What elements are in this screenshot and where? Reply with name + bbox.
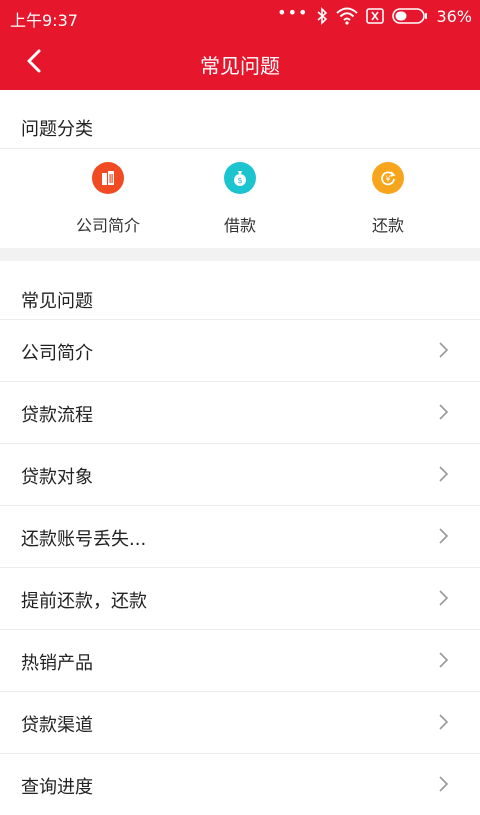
faq-item-label: 贷款渠道 [21, 715, 93, 736]
money-bag-icon: $ [224, 162, 256, 194]
faq-item-loan-channels[interactable]: 贷款渠道 [0, 691, 480, 753]
chevron-right-icon [439, 466, 449, 482]
app-header: 上午9:37 ••• 36% 常见问题 [0, 0, 480, 90]
chevron-right-icon [439, 776, 449, 792]
faq-item-company-intro[interactable]: 公司简介 [0, 319, 480, 381]
faq-item-label: 提前还款，还款 [21, 591, 147, 612]
status-icons: ••• 36% [277, 3, 472, 26]
category-company-intro[interactable]: 公司简介 [48, 160, 168, 240]
category-borrow[interactable]: $ 借款 [180, 160, 300, 240]
status-time: 上午9:37 [10, 11, 78, 30]
bluetooth-icon [317, 7, 328, 25]
faq-section-title: 常见问题 [21, 291, 93, 312]
category-label: 公司简介 [75, 216, 140, 235]
category-section-title: 问题分类 [21, 119, 93, 140]
wifi-icon [336, 7, 359, 25]
faq-item-check-progress[interactable]: 查询进度 [0, 753, 480, 815]
faq-item-early-repayment[interactable]: 提前还款，还款 [0, 567, 480, 629]
faq-list: 公司简介 贷款流程 贷款对象 还款账号丢失... 提前还款，还款 热销产品 贷款… [0, 319, 480, 815]
page-title: 常见问题 [200, 54, 280, 78]
faq-item-label: 热销产品 [21, 653, 93, 674]
no-sim-icon [366, 8, 385, 24]
more-dots-icon: ••• [277, 3, 309, 22]
svg-text:¥: ¥ [385, 175, 390, 184]
chevron-right-icon [439, 590, 449, 606]
faq-item-hot-products[interactable]: 热销产品 [0, 629, 480, 691]
nav-bar: 常见问题 [0, 32, 480, 90]
category-repay[interactable]: ¥ 还款 [328, 160, 448, 240]
faq-item-label: 查询进度 [21, 777, 93, 798]
divider [0, 148, 480, 149]
faq-item-label: 贷款对象 [21, 467, 93, 488]
building-icon [92, 162, 124, 194]
chevron-right-icon [439, 404, 449, 420]
chevron-right-icon [439, 652, 449, 668]
battery-icon [392, 8, 428, 24]
faq-item-lost-account[interactable]: 还款账号丢失... [0, 505, 480, 567]
chevron-right-icon [439, 342, 449, 358]
faq-item-loan-target[interactable]: 贷款对象 [0, 443, 480, 505]
category-label: 借款 [223, 216, 256, 235]
status-bar: 上午9:37 ••• 36% [0, 0, 480, 32]
faq-item-label: 还款账号丢失... [21, 529, 147, 550]
faq-item-loan-process[interactable]: 贷款流程 [0, 381, 480, 443]
repay-icon: ¥ [372, 162, 404, 194]
section-separator [0, 248, 480, 261]
chevron-right-icon [439, 528, 449, 544]
category-label: 还款 [371, 216, 404, 235]
chevron-right-icon [439, 714, 449, 730]
faq-item-label: 公司简介 [21, 343, 93, 364]
battery-percent: 36% [436, 6, 472, 26]
svg-text:$: $ [237, 176, 242, 185]
faq-item-label: 贷款流程 [21, 405, 93, 426]
